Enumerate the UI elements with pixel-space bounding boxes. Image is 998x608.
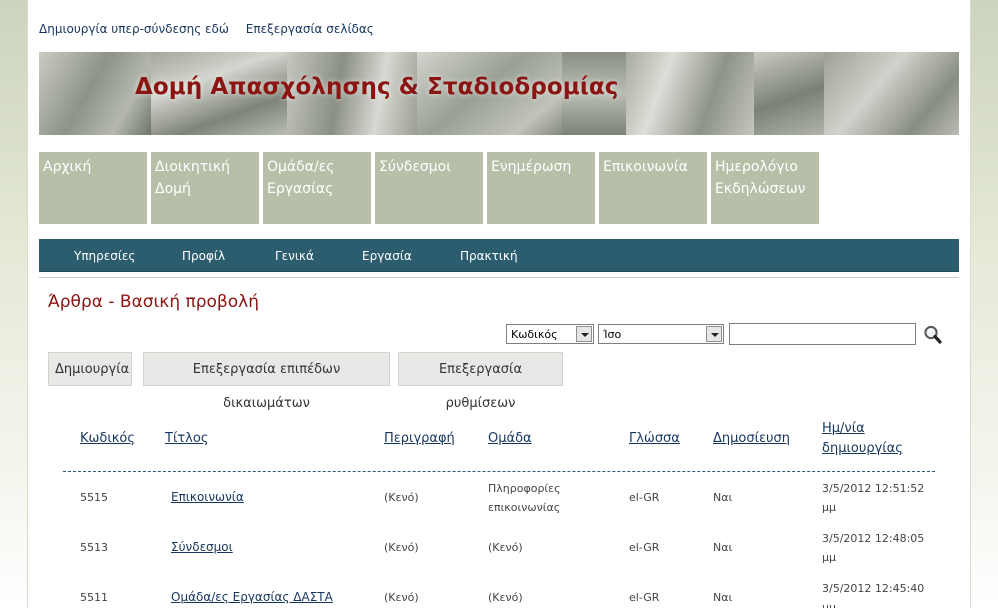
tile-working-groups[interactable]: Ομάδα/ες Εργασίας xyxy=(263,152,371,224)
tile-administration[interactable]: Διοικητική Δομή xyxy=(151,152,259,224)
cell-date-line: μμ xyxy=(822,501,836,514)
chevron-down-icon[interactable] xyxy=(706,326,722,342)
edit-settings-button[interactable]: Επεξεργασία ρυθμίσεων xyxy=(398,352,563,411)
cell-description: (Κενό) xyxy=(384,541,419,554)
filter-operator-select[interactable]: Ίσο xyxy=(598,324,724,344)
tile-contact[interactable]: Επικοινωνία xyxy=(599,152,707,224)
nav-work[interactable]: Εργασία xyxy=(362,249,412,263)
search-input[interactable] xyxy=(729,323,916,345)
column-header-label: Ημ/νία xyxy=(822,421,865,436)
column-header-title[interactable]: Τίτλος xyxy=(165,429,208,449)
tile-label: Ημερολόγιο xyxy=(715,159,798,175)
edit-page-link[interactable]: Επεξεργασία σελίδας xyxy=(246,22,374,36)
cell-published: Ναι xyxy=(713,591,733,604)
tile-label: Ενημέρωση xyxy=(491,159,572,175)
cell-created-date: 3/5/2012 12:45:40 μμ xyxy=(822,579,924,608)
tile-label: Εκδηλώσεων xyxy=(715,181,806,197)
edit-permission-levels-button[interactable]: Επεξεργασία επιπέδων δικαιωμάτων xyxy=(143,352,390,411)
cell-group: Πληροφορίες επικοινωνίας xyxy=(488,479,561,517)
cell-group: (Κενό) xyxy=(488,541,523,554)
create-button[interactable]: Δημιουργία xyxy=(48,352,132,386)
cell-id: 5515 xyxy=(80,491,108,504)
cell-group: (Κενό) xyxy=(488,591,523,604)
filter-operator-value: Ίσο xyxy=(603,328,622,341)
cell-created-date: 3/5/2012 12:51:52 μμ xyxy=(822,479,924,517)
nav-profile[interactable]: Προφίλ xyxy=(182,249,225,263)
page-title: Άρθρα - Βασική προβολή xyxy=(48,292,260,312)
nav-internship[interactable]: Πρακτική xyxy=(460,249,518,263)
cell-id: 5513 xyxy=(80,541,108,554)
column-header-published[interactable]: Δημοσίευση xyxy=(713,429,790,449)
filter-field-select[interactable]: Κωδικός xyxy=(506,324,594,344)
header-banner: Δομή Απασχόλησης & Σταδιοδρομίας xyxy=(39,52,959,135)
tile-home[interactable]: Αρχική xyxy=(39,152,147,224)
column-header-created-date[interactable]: Ημ/νία δημιουργίας xyxy=(822,419,903,459)
cell-language: el-GR xyxy=(629,591,660,604)
column-header-label: δημιουργίας xyxy=(822,441,903,456)
site-title: Δομή Απασχόλησης & Σταδιοδρομίας xyxy=(135,74,619,100)
nav-services[interactable]: Υπηρεσίες xyxy=(74,249,135,263)
banner-photo xyxy=(626,52,754,135)
tile-news[interactable]: Ενημέρωση xyxy=(487,152,595,224)
column-header-group[interactable]: Ομάδα xyxy=(488,429,532,449)
cell-date-line: 3/5/2012 12:48:05 xyxy=(822,532,925,545)
nav-general[interactable]: Γενικά xyxy=(275,249,314,263)
banner-photo xyxy=(824,52,959,135)
column-header-description[interactable]: Περιγραφή xyxy=(384,429,455,449)
cell-created-date: 3/5/2012 12:48:05 μμ xyxy=(822,529,924,567)
cell-published: Ναι xyxy=(713,491,733,504)
tile-label: Σύνδεσμοι xyxy=(379,159,451,175)
header-divider xyxy=(63,471,935,472)
column-header-id[interactable]: Κωδικός xyxy=(80,429,135,449)
tile-label: Αρχική xyxy=(43,159,92,175)
cell-date-line: μμ xyxy=(822,601,836,608)
cell-title-link[interactable]: Σύνδεσμοι xyxy=(171,538,233,557)
cell-description: (Κενό) xyxy=(384,491,419,504)
cell-id: 5511 xyxy=(80,591,108,604)
tile-links[interactable]: Σύνδεσμοι xyxy=(375,152,483,224)
cell-language: el-GR xyxy=(629,491,660,504)
divider xyxy=(39,277,959,278)
top-links: Δημιουργία υπερ-σύνδεσης εδώ Επεξεργασία… xyxy=(39,22,387,36)
cell-date-line: 3/5/2012 12:45:40 xyxy=(822,582,925,595)
cell-group-line: Πληροφορίες xyxy=(488,482,561,495)
cell-date-line: μμ xyxy=(822,551,836,564)
tile-events-calendar[interactable]: Ημερολόγιο Εκδηλώσεων xyxy=(711,152,819,224)
search-icon[interactable] xyxy=(923,324,943,346)
cell-title-link[interactable]: Ομάδα/ες Εργασίας ΔΑΣΤΑ xyxy=(171,588,333,607)
cell-group-line: επικοινωνίας xyxy=(488,501,561,514)
cell-published: Ναι xyxy=(713,541,733,554)
cell-description: (Κενό) xyxy=(384,591,419,604)
cell-language: el-GR xyxy=(629,541,660,554)
tile-label: Δομή xyxy=(155,181,191,197)
cell-title-link[interactable]: Επικοινωνία xyxy=(171,488,244,507)
tile-label: Ομάδα/ες xyxy=(267,159,335,175)
page-container: Δημιουργία υπερ-σύνδεσης εδώ Επεξεργασία… xyxy=(27,0,971,608)
chevron-down-icon[interactable] xyxy=(576,326,592,342)
column-header-language[interactable]: Γλώσσα xyxy=(629,429,680,449)
main-nav-bar: Υπηρεσίες Προφίλ Γενικά Εργασία Πρακτική xyxy=(39,239,959,272)
tile-label: Επικοινωνία xyxy=(603,159,688,175)
create-hyperlink-link[interactable]: Δημιουργία υπερ-σύνδεσης εδώ xyxy=(39,22,229,36)
cell-date-line: 3/5/2012 12:51:52 xyxy=(822,482,925,495)
banner-photo xyxy=(754,52,824,135)
filter-field-value: Κωδικός xyxy=(511,328,558,341)
tile-label: Εργασίας xyxy=(267,181,334,197)
tile-label: Διοικητική xyxy=(155,159,231,175)
